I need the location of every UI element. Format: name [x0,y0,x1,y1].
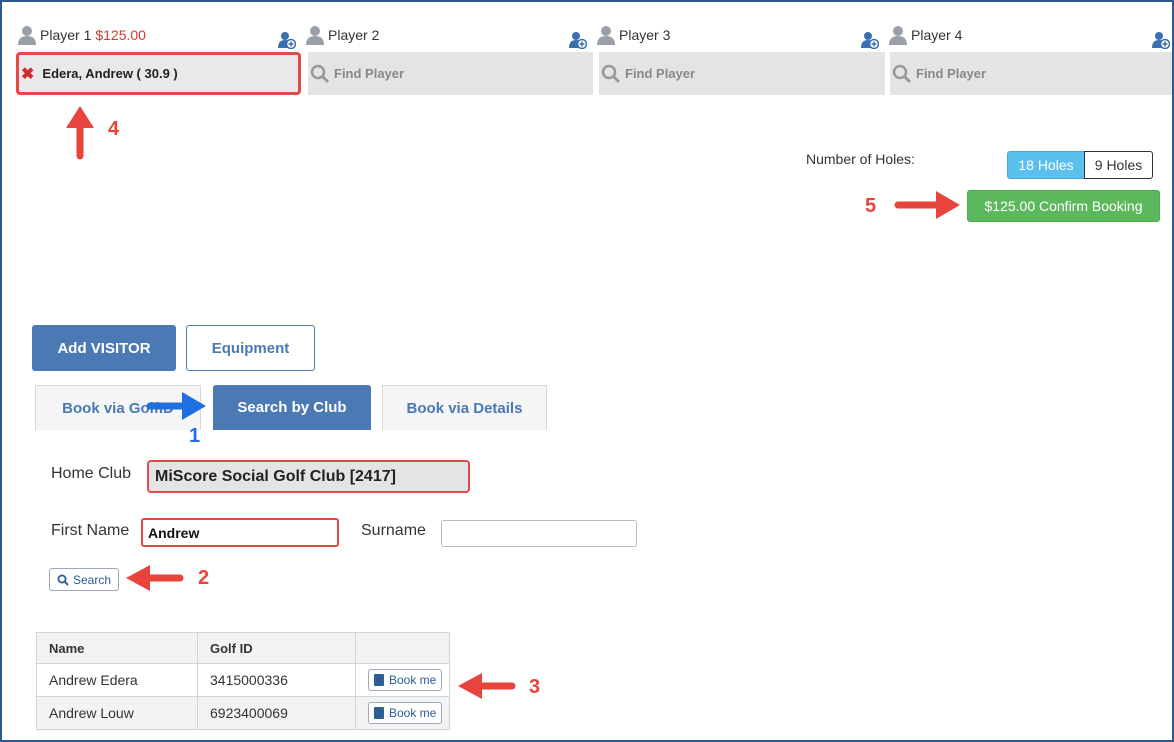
annotation-number-5: 5 [865,195,877,217]
annotation-arrowhead-3 [458,673,482,699]
annotation-arrowhead-1 [182,392,206,420]
annotation-number-4: 4 [108,118,120,140]
annotation-number-3: 3 [529,676,541,698]
annotation-arrowhead-4 [66,106,94,128]
annotation-arrows [66,106,960,699]
annotation-arrowhead-2 [126,565,150,591]
annotation-arrowhead-5 [936,191,960,219]
annotation-number-2: 2 [198,567,210,589]
annotation-number-1: 1 [189,425,201,447]
